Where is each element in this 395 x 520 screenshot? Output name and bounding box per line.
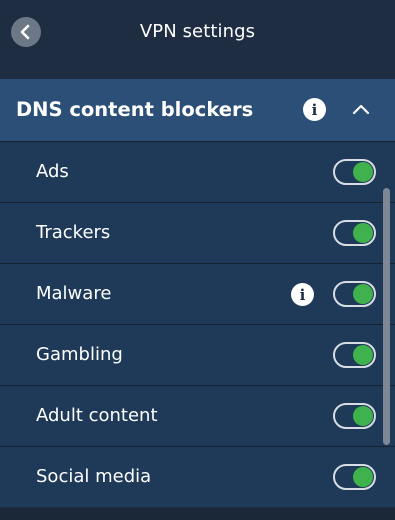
list-item-social-media: Social media — [0, 446, 395, 507]
social-media-toggle[interactable] — [333, 464, 376, 490]
list-item-trackers: Trackers — [0, 202, 395, 263]
list-item-malware: Malware i — [0, 263, 395, 324]
info-icon[interactable]: i — [303, 98, 326, 121]
trackers-toggle[interactable] — [333, 220, 376, 246]
vpn-settings-window: VPN settings DNS content blockers i Ads … — [0, 0, 395, 520]
toggle-knob — [353, 406, 373, 426]
header: VPN settings — [0, 0, 395, 78]
ads-toggle[interactable] — [333, 159, 376, 185]
scrollbar[interactable] — [383, 188, 390, 445]
toggle-knob — [353, 223, 373, 243]
list-item-gambling: Gambling — [0, 324, 395, 385]
item-label: Adult content — [36, 405, 158, 426]
item-label: Trackers — [36, 222, 111, 243]
page-title: VPN settings — [139, 21, 256, 42]
info-glyph: i — [311, 100, 318, 119]
adult-content-toggle[interactable] — [333, 403, 376, 429]
toggle-knob — [353, 162, 373, 182]
list-item-ads: Ads — [0, 141, 395, 202]
malware-toggle[interactable] — [333, 281, 376, 307]
list-item-adult-content: Adult content — [0, 385, 395, 446]
section-title: DNS content blockers — [16, 98, 254, 121]
item-label: Ads — [36, 161, 69, 182]
toggle-knob — [353, 467, 373, 487]
section-header-dns-content-blockers[interactable]: DNS content blockers — [0, 79, 395, 141]
toggle-knob — [353, 345, 373, 365]
toggle-knob — [353, 284, 373, 304]
gambling-toggle[interactable] — [333, 342, 376, 368]
item-label: Gambling — [36, 344, 123, 365]
bottom-edge — [0, 508, 395, 520]
chevron-up-icon[interactable] — [351, 101, 371, 117]
item-label: Social media — [36, 466, 152, 487]
item-label: Malware — [36, 283, 112, 304]
info-icon[interactable]: i — [291, 283, 314, 306]
info-glyph: i — [299, 285, 306, 304]
